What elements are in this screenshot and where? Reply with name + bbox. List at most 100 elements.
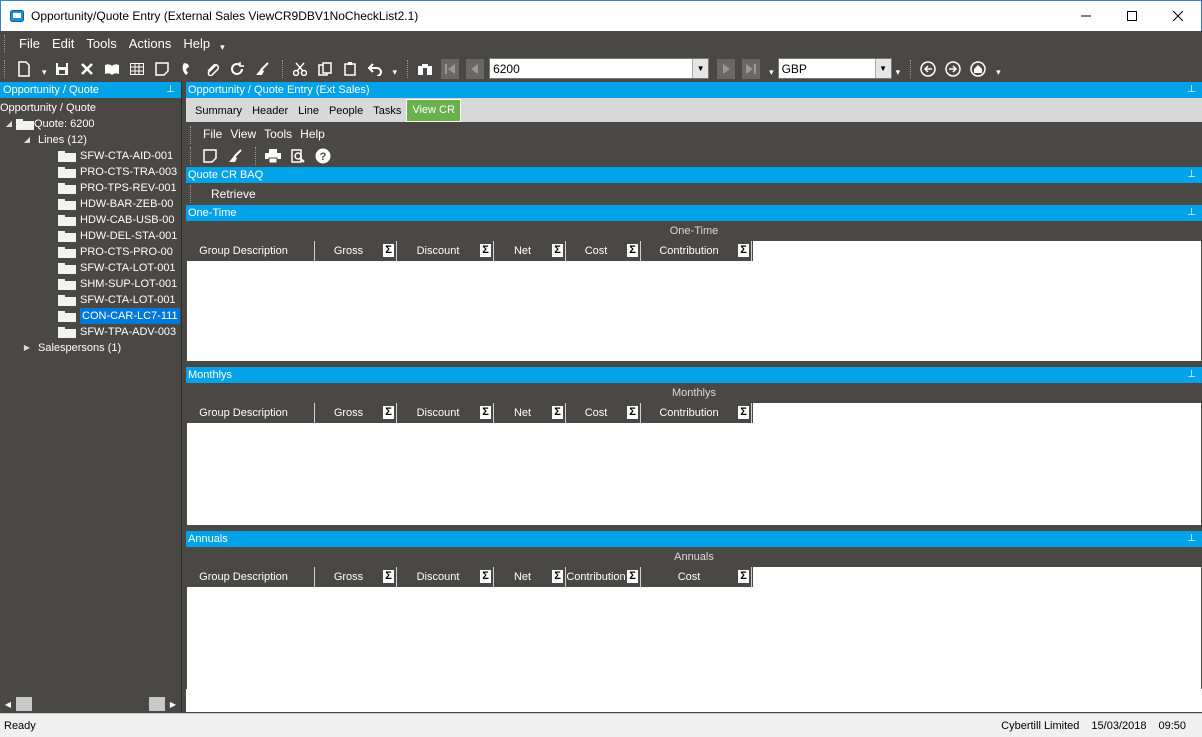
attach-icon[interactable] xyxy=(201,58,223,80)
column-header[interactable]: Cost Σ xyxy=(641,567,752,587)
close-button[interactable] xyxy=(1155,1,1201,31)
new-icon[interactable] xyxy=(13,58,35,80)
sum-icon[interactable]: Σ xyxy=(738,570,749,583)
column-header[interactable]: Net Σ xyxy=(494,403,566,423)
column-header[interactable]: Contribution Σ xyxy=(641,403,752,423)
sum-icon[interactable]: Σ xyxy=(627,244,638,257)
column-header[interactable]: Net Σ xyxy=(494,567,566,587)
column-header[interactable]: Discount Σ xyxy=(397,567,494,587)
menu-actions[interactable]: Actions xyxy=(123,31,178,56)
tab-header[interactable]: Header xyxy=(247,100,293,122)
tree-line-item[interactable]: CON-CAR-LC7-111 xyxy=(0,308,181,324)
inner-menu-file[interactable]: File xyxy=(199,124,226,145)
save-icon[interactable] xyxy=(51,58,73,80)
delete-icon[interactable] xyxy=(76,58,98,80)
refresh-icon[interactable] xyxy=(226,58,248,80)
column-header[interactable]: Group Description xyxy=(187,241,315,261)
retrieve-button[interactable]: Retrieve xyxy=(211,187,256,201)
tree-line-item[interactable]: PRO-CTS-PRO-00 xyxy=(0,244,181,260)
last-record-icon[interactable] xyxy=(740,58,762,80)
sum-icon[interactable]: Σ xyxy=(480,244,491,257)
sum-icon[interactable]: Σ xyxy=(383,244,394,257)
pin-icon[interactable]: ⊥ xyxy=(166,82,175,98)
inner-menubar-grip[interactable] xyxy=(190,125,193,144)
column-header[interactable]: Discount Σ xyxy=(397,241,494,261)
scroll-thumb-right[interactable] xyxy=(149,697,165,711)
forward-icon[interactable] xyxy=(942,58,964,80)
grid-icon[interactable] xyxy=(126,58,148,80)
tree-line-item[interactable]: PRO-TPS-REV-001 xyxy=(0,180,181,196)
sum-icon[interactable]: Σ xyxy=(627,406,638,419)
inner-menu-tools[interactable]: Tools xyxy=(260,124,296,145)
column-header[interactable]: Cost Σ xyxy=(566,241,641,261)
minimize-button[interactable] xyxy=(1063,1,1109,31)
column-header[interactable]: Cost Σ xyxy=(566,403,641,423)
tree-line-item[interactable]: SHM-SUP-LOT-001 xyxy=(0,276,181,292)
menu-file[interactable]: File xyxy=(13,31,46,56)
cut-icon[interactable] xyxy=(289,58,311,80)
nav-dropdown-icon[interactable]: ▾ xyxy=(769,67,774,78)
column-header[interactable]: Gross Σ xyxy=(315,403,397,423)
column-header[interactable]: Gross Σ xyxy=(315,241,397,261)
toolbar-overflow-icon[interactable]: ▾ xyxy=(996,67,1001,78)
tree-line-item[interactable]: HDW-DEL-STA-001 xyxy=(0,228,181,244)
help-icon[interactable]: ? xyxy=(312,145,334,167)
maximize-button[interactable] xyxy=(1109,1,1155,31)
sum-icon[interactable]: Σ xyxy=(552,244,563,257)
currency-dropdown-icon[interactable]: ▼ xyxy=(874,59,891,78)
sum-icon[interactable]: Σ xyxy=(480,570,491,583)
phone-icon[interactable] xyxy=(176,58,198,80)
tree-line-item[interactable]: SFW-CTA-AID-001 xyxy=(0,148,181,164)
scroll-thumb-left[interactable] xyxy=(16,697,32,711)
quote-number-dropdown-icon[interactable]: ▼ xyxy=(692,59,709,78)
sum-icon[interactable]: Σ xyxy=(738,406,749,419)
sum-icon[interactable]: Σ xyxy=(552,406,563,419)
menu-tools[interactable]: Tools xyxy=(80,31,122,56)
tree-line-item[interactable]: PRO-CTS-TRA-003 xyxy=(0,164,181,180)
grid-body[interactable] xyxy=(187,587,1201,689)
copy-icon[interactable] xyxy=(314,58,336,80)
new-dropdown-icon[interactable]: ▾ xyxy=(42,67,47,78)
tree-hscrollbar[interactable]: ◀ ▶ xyxy=(0,696,181,712)
home-icon[interactable] xyxy=(967,58,989,80)
grid-body[interactable] xyxy=(187,423,1201,525)
tab-tasks[interactable]: Tasks xyxy=(368,100,406,122)
column-header[interactable]: Contribution Σ xyxy=(641,241,752,261)
menu-edit[interactable]: Edit xyxy=(46,31,80,56)
pin-icon[interactable]: ⊥ xyxy=(1187,82,1196,98)
back-icon[interactable] xyxy=(917,58,939,80)
scroll-right-icon[interactable]: ▶ xyxy=(165,700,181,709)
column-header[interactable]: Contribution Σ xyxy=(566,567,641,587)
undo-icon[interactable] xyxy=(364,58,386,80)
currency-combo[interactable]: GBP ▼ xyxy=(777,58,892,79)
tab-summary[interactable]: Summary xyxy=(190,100,247,122)
sum-icon[interactable]: Σ xyxy=(738,244,749,257)
collapse-icon[interactable]: ◢ xyxy=(22,132,32,148)
tab-view-cr[interactable]: View CR xyxy=(406,99,461,122)
book-icon[interactable] xyxy=(101,58,123,80)
sum-icon[interactable]: Σ xyxy=(480,406,491,419)
expand-icon[interactable]: ▶ xyxy=(22,340,32,356)
clear-icon[interactable] xyxy=(251,58,273,80)
currency-overflow-icon[interactable]: ▾ xyxy=(896,67,901,78)
column-header[interactable]: Gross Σ xyxy=(315,567,397,587)
first-record-icon[interactable] xyxy=(439,58,461,80)
tree-line-item[interactable]: HDW-CAB-USB-00 xyxy=(0,212,181,228)
tab-line[interactable]: Line xyxy=(293,100,324,122)
retrieve-grip[interactable] xyxy=(190,185,193,203)
clear-icon[interactable] xyxy=(224,145,246,167)
column-header[interactable]: Group Description xyxy=(187,403,315,423)
sum-icon[interactable]: Σ xyxy=(383,406,394,419)
tree-node-lines[interactable]: ◢ Lines (12) xyxy=(0,132,181,148)
sum-icon[interactable]: Σ xyxy=(627,570,638,583)
grid-body[interactable] xyxy=(187,261,1201,361)
binoculars-icon[interactable] xyxy=(414,58,436,80)
sum-icon[interactable]: Σ xyxy=(383,570,394,583)
print-icon[interactable] xyxy=(262,145,284,167)
tree-node-quote[interactable]: ◢ Quote: 6200 xyxy=(0,116,181,132)
next-record-icon[interactable] xyxy=(715,58,737,80)
pin-icon[interactable]: ⊥ xyxy=(1187,167,1196,183)
tree-line-item[interactable]: SFW-CTA-LOT-001 xyxy=(0,260,181,276)
column-header[interactable]: Discount Σ xyxy=(397,403,494,423)
scroll-left-icon[interactable]: ◀ xyxy=(0,700,16,709)
